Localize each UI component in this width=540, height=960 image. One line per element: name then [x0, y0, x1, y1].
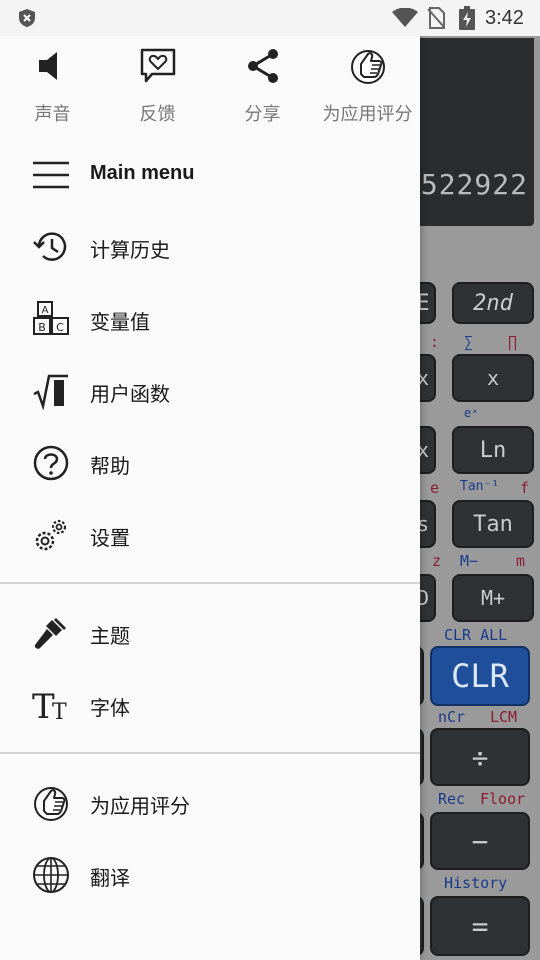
menu-item-label: 帮助	[90, 454, 130, 478]
globe-icon	[33, 857, 69, 893]
menu-divider	[0, 752, 420, 754]
wifi-icon	[392, 8, 418, 27]
label-clr-all: CLR ALL	[444, 626, 508, 644]
quick-action-label: 声音	[34, 104, 71, 125]
key-m-plus[interactable]: M+	[452, 574, 534, 622]
key-tan[interactable]: Tan	[452, 500, 534, 548]
calculator-display: 522922	[420, 38, 534, 226]
menu-item-label: 设置	[90, 526, 130, 550]
label-f: f	[520, 479, 530, 497]
menu-item-settings[interactable]: 设置	[0, 500, 420, 572]
gears-icon	[35, 519, 67, 551]
label-rec: Rec	[438, 790, 466, 808]
label-ncr: nCr	[438, 708, 466, 726]
label-ex: eˣ	[464, 406, 479, 420]
quick-action-feedback[interactable]: 反馈	[105, 46, 210, 126]
shield-icon	[19, 9, 35, 27]
thumbs-up-icon	[350, 50, 385, 84]
menu-item-help[interactable]: 帮助	[0, 428, 420, 500]
label-tan-inverse: Tan⁻¹	[460, 479, 500, 494]
menu-item-theme[interactable]: 主题	[0, 598, 420, 670]
key-clr[interactable]: CLR	[430, 646, 530, 706]
key-minus[interactable]: −	[430, 812, 530, 870]
menu-item-label: 用户函数	[90, 382, 170, 406]
speaker-icon	[38, 52, 57, 80]
menu-item-user-functions[interactable]: 用户函数	[0, 356, 420, 428]
key-partial-row5[interactable]: D	[420, 574, 436, 622]
key-partial-row6[interactable]	[420, 646, 424, 706]
quick-action-label: 为应用评分	[322, 104, 413, 125]
menu-item-label: 为应用评分	[90, 794, 190, 818]
no-sim-icon	[427, 7, 445, 29]
key-2nd[interactable]: 2nd	[452, 282, 534, 324]
key-x[interactable]: x	[452, 354, 534, 402]
svg-text:A: A	[42, 305, 49, 316]
menu-item-label: 字体	[90, 696, 130, 720]
calculator-background: 522922 E 2nd : ∑ ∏ x x eˣ x Ln e Tan⁻¹ f…	[420, 36, 540, 960]
label-floor: Floor	[480, 790, 526, 808]
menu-divider	[0, 582, 420, 584]
text-size-icon: T T	[32, 687, 67, 724]
status-bar: 3:42	[0, 0, 540, 36]
label-lcm: LCM	[490, 708, 518, 726]
paint-brush-icon	[34, 618, 66, 649]
key-partial-row3[interactable]: x	[420, 426, 436, 474]
history-icon	[33, 232, 67, 261]
feedback-heart-icon	[140, 48, 175, 83]
label-history: History	[444, 874, 508, 892]
clock-time: 3:42	[485, 7, 524, 29]
svg-text:C: C	[56, 321, 64, 334]
menu-item-label: 计算历史	[90, 238, 170, 262]
menu-item-label: 变量值	[90, 310, 150, 334]
key-partial-row4[interactable]: s	[420, 500, 436, 548]
square-root-icon	[33, 374, 68, 410]
menu-item-rate-app[interactable]: 为应用评分	[0, 768, 420, 840]
label-m-minus: M−	[460, 552, 479, 570]
svg-text:T: T	[52, 700, 67, 724]
menu-item-label: Main menu	[90, 162, 195, 184]
quick-action-rate[interactable]: 为应用评分	[315, 46, 420, 126]
key-ln[interactable]: Ln	[452, 426, 534, 474]
menu-item-label: 主题	[90, 624, 130, 648]
hamburger-menu-icon	[33, 161, 69, 189]
key-e-partial[interactable]: E	[420, 282, 436, 324]
menu-item-history[interactable]: 计算历史	[0, 212, 420, 284]
quick-action-label: 反馈	[139, 104, 176, 125]
key-divide[interactable]: ÷	[430, 728, 530, 786]
key-partial-row8[interactable]	[420, 812, 424, 870]
abc-blocks-icon: A B C	[33, 301, 69, 335]
label-prod: ∏	[508, 333, 518, 351]
label-sum: ∑	[464, 333, 474, 351]
label-z: z	[432, 552, 442, 570]
svg-text:B: B	[38, 321, 46, 334]
quick-action-share[interactable]: 分享	[210, 46, 315, 126]
label-e: e	[430, 479, 440, 497]
menu-item-font[interactable]: T T 字体	[0, 670, 420, 742]
quick-action-label: 分享	[244, 104, 281, 125]
navigation-drawer: 声音 反馈 分享 为应用评分 Main menu 计算历史 A B C 变量值 …	[0, 36, 420, 960]
label-m: m	[516, 552, 526, 570]
thumbs-up-icon	[34, 787, 68, 821]
help-icon	[33, 445, 69, 481]
share-icon	[247, 49, 278, 83]
menu-item-variables[interactable]: A B C 变量值	[0, 284, 420, 356]
label-colon: :	[430, 333, 440, 351]
key-equals[interactable]: =	[430, 896, 530, 956]
key-partial-row2[interactable]: x	[420, 354, 436, 402]
quick-action-sound[interactable]: 声音	[0, 46, 105, 126]
display-value: 522922	[420, 168, 528, 201]
menu-item-main-menu[interactable]: Main menu	[0, 140, 420, 212]
key-partial-row9[interactable]	[420, 896, 424, 956]
battery-charging-icon	[459, 6, 475, 30]
menu-item-label: 翻译	[90, 866, 130, 890]
menu-item-translate[interactable]: 翻译	[0, 840, 420, 912]
key-partial-row7[interactable]	[420, 728, 424, 786]
